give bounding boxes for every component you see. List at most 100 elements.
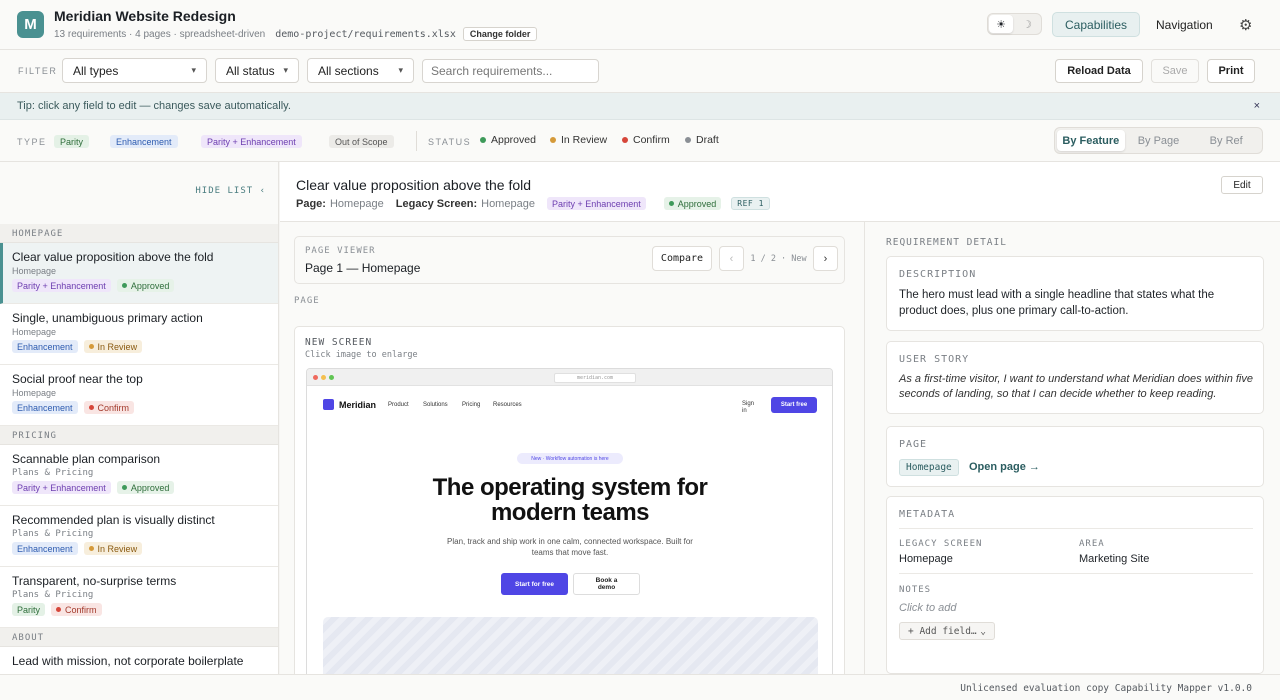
metadata-divider [899, 573, 1253, 574]
status-draft[interactable]: Draft [685, 134, 719, 146]
reload-data-button[interactable]: Reload Data [1055, 59, 1143, 83]
status-dot-icon [685, 137, 691, 143]
list-item[interactable]: Scannable plan comparison Plans & Pricin… [0, 445, 278, 506]
user-story-text[interactable]: As a first-time visitor, I want to under… [899, 372, 1254, 402]
page-viewer: PAGE VIEWER Page 1 — Homepage Compare ‹ … [294, 236, 845, 284]
app-footer: Unlicensed evaluation copy Capability Ma… [0, 674, 1280, 700]
area-value[interactable]: Marketing Site [1079, 553, 1149, 565]
chevron-down-icon: ▾ [283, 65, 288, 75]
item-page: Homepage [12, 327, 57, 337]
status-approved[interactable]: Approved [480, 134, 536, 146]
tip-text: Tip: click any field to edit — changes s… [17, 100, 291, 112]
section-header: PRICING [0, 426, 278, 445]
list-item[interactable]: Lead with mission, not corporate boilerp… [0, 647, 278, 674]
mock-cta-secondary: Book a demo [573, 573, 640, 595]
page-chip[interactable]: Homepage [899, 459, 959, 476]
view-by-page[interactable]: By Page [1125, 130, 1193, 151]
description-text[interactable]: The hero must lead with a single headlin… [899, 287, 1249, 319]
page-viewer-title: Page 1 — Homepage [305, 261, 421, 275]
requirement-header: Clear value proposition above the fold P… [280, 162, 1280, 222]
requirements-list: HOMEPAGE Clear value proposition above t… [0, 224, 278, 674]
tab-capabilities[interactable]: Capabilities [1052, 12, 1141, 37]
view-by-feature[interactable]: By Feature [1057, 130, 1125, 151]
legacy-screen-value[interactable]: Homepage [899, 553, 953, 565]
moon-icon[interactable]: ☽ [1015, 15, 1039, 33]
type-badge: Enhancement [12, 340, 78, 353]
page-meta-value[interactable]: Homepage [330, 198, 384, 210]
status-in-review[interactable]: In Review [550, 134, 607, 146]
page-section-label: PAGE [294, 296, 320, 306]
search-input[interactable] [422, 59, 599, 83]
status-dot-icon [480, 137, 486, 143]
list-item[interactable]: Social proof near the top Homepage Enhan… [0, 365, 278, 426]
chevron-down-icon: ▾ [191, 65, 196, 75]
status-in-review-label: In Review [561, 134, 608, 146]
requirement-title[interactable]: Clear value proposition above the fold [296, 177, 531, 193]
status-badge-label: Confirm [65, 604, 97, 615]
screenshot-thumbnail[interactable]: meridian.com Meridian Product Solutions … [306, 368, 833, 685]
type-chip-parity[interactable]: Parity [54, 135, 90, 148]
open-page-link[interactable]: Open page → [969, 461, 1040, 473]
pager-label: 1 / 2 · New [750, 253, 807, 264]
list-item[interactable]: Single, unambiguous primary action Homep… [0, 304, 278, 365]
hide-list-button[interactable]: HIDE LIST ‹ [195, 186, 266, 196]
print-button[interactable]: Print [1207, 59, 1255, 83]
status-badge-label: Confirm [97, 402, 130, 413]
type-badge[interactable]: Parity + Enhancement [546, 197, 646, 210]
detail-area: Clear value proposition above the fold P… [280, 162, 1280, 686]
theme-toggle[interactable]: ☀ ☽ [987, 13, 1042, 35]
status-select[interactable]: All status ▾ [215, 58, 299, 83]
item-title: Transparent, no-surprise terms [12, 574, 177, 588]
app-header: M Meridian Website Redesign 13 requireme… [0, 0, 1280, 50]
list-item[interactable]: Clear value proposition above the fold H… [0, 243, 278, 304]
list-item[interactable]: Recommended plan is visually distinct Pl… [0, 506, 278, 567]
edit-button[interactable]: Edit [1221, 176, 1263, 194]
status-badge-label: Approved [130, 280, 170, 291]
gear-icon[interactable]: ⚙ [1239, 16, 1252, 34]
add-field-button[interactable]: + Add field… ⌄ [899, 622, 995, 640]
status-confirm[interactable]: Confirm [622, 134, 670, 146]
status-badge[interactable]: Approved [663, 197, 722, 210]
status-dot-icon [56, 607, 62, 612]
user-story-card[interactable]: USER STORY As a first-time visitor, I wa… [886, 341, 1264, 414]
page-card: PAGE Homepage Open page → [886, 426, 1264, 487]
notes-field[interactable]: Click to add [899, 602, 956, 614]
type-badge: Enhancement [12, 542, 78, 555]
chevron-down-icon: ⌄ [980, 625, 986, 637]
tab-navigation[interactable]: Navigation [1144, 12, 1225, 37]
mock-headline: The operating system for modern teams [432, 474, 708, 526]
requirement-detail-panel: REQUIREMENT DETAIL DESCRIPTION The hero … [864, 222, 1280, 674]
legacy-meta-value[interactable]: Homepage [481, 198, 535, 210]
legend-bar: TYPE Parity Enhancement Parity + Enhance… [0, 120, 1280, 162]
minimize-dot-icon [321, 375, 326, 380]
item-title: Recommended plan is visually distinct [12, 513, 215, 527]
type-chip-parity-enhancement[interactable]: Parity + Enhancement [201, 135, 302, 148]
item-page: Homepage [12, 266, 57, 276]
item-title: Social proof near the top [12, 372, 143, 386]
change-folder-button[interactable]: Change folder [462, 27, 538, 41]
list-item[interactable]: Transparent, no-surprise terms Plans & P… [0, 567, 278, 628]
chevron-left-icon[interactable]: ‹ [719, 246, 744, 271]
view-by-ref[interactable]: By Ref [1192, 130, 1260, 151]
page-viewer-label: PAGE VIEWER [305, 246, 376, 256]
status-select-value: All status [226, 63, 275, 78]
mock-url: meridian.com [554, 373, 636, 383]
compare-button[interactable]: Compare [652, 246, 712, 271]
metadata-divider [899, 528, 1253, 529]
status-dot-icon [88, 546, 94, 551]
requirement-meta: Page: Homepage Legacy Screen: Homepage Par… [296, 197, 770, 210]
section-select[interactable]: All sections ▾ [307, 58, 414, 83]
type-select[interactable]: All types ▾ [62, 58, 207, 83]
save-button[interactable]: Save [1151, 59, 1199, 83]
filter-label: FILTER [18, 66, 58, 76]
status-badge: Approved [116, 481, 175, 494]
project-stats: 13 requirements · 4 pages · spreadsheet-… [54, 28, 266, 40]
mock-brand: Meridian [323, 399, 376, 410]
close-icon[interactable]: × [1254, 100, 1260, 112]
type-chip-enhancement[interactable]: Enhancement [110, 135, 178, 148]
project-subtitle: 13 requirements · 4 pages · spreadsheet-… [54, 27, 538, 41]
type-chip-out-of-scope[interactable]: Out of Scope [329, 135, 394, 148]
description-card[interactable]: DESCRIPTION The hero must lead with a si… [886, 256, 1264, 331]
sun-icon[interactable]: ☀ [989, 15, 1013, 33]
chevron-right-icon[interactable]: › [813, 246, 838, 271]
